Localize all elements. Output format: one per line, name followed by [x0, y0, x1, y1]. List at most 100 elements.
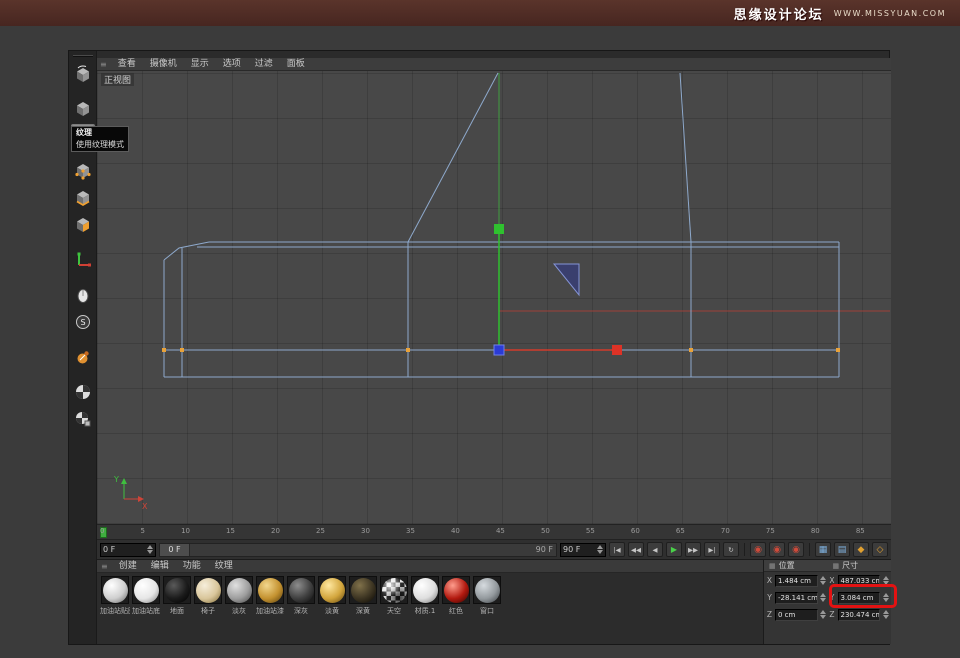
- position-y-stepper[interactable]: [820, 593, 827, 602]
- material-item[interactable]: 红色: [441, 576, 471, 616]
- prev-key-button[interactable]: ◀◀: [628, 542, 644, 557]
- keyframe-selection-button[interactable]: ▤: [834, 542, 850, 557]
- gizmo-origin-handle[interactable]: [494, 345, 504, 355]
- plane-handle[interactable]: [554, 264, 579, 295]
- spinner-stepper[interactable]: [147, 545, 153, 554]
- viewport-canvas: Y X: [97, 71, 891, 524]
- material-item[interactable]: 深灰: [286, 576, 316, 616]
- position-grid-icon: ▦: [769, 562, 776, 570]
- prev-frame-button[interactable]: ◀: [647, 542, 663, 557]
- material-item[interactable]: 材质.1: [410, 576, 440, 616]
- mat-menu-texture[interactable]: 纹理: [208, 560, 240, 573]
- banner-title: 思缘设计论坛: [734, 4, 824, 23]
- material-sphere: [165, 578, 190, 603]
- mat-menu-create[interactable]: 创建: [112, 560, 144, 573]
- goto-end-button[interactable]: ▶|: [704, 542, 720, 557]
- menubar-grip-icon[interactable]: ≡: [100, 60, 107, 69]
- model-mode-icon[interactable]: [71, 97, 95, 121]
- key-parameter-button[interactable]: ◆: [853, 542, 869, 557]
- material-item[interactable]: 加油站漆: [255, 576, 285, 616]
- axis-y-label: Y: [113, 475, 119, 484]
- render-settings-icon[interactable]: [71, 407, 95, 431]
- app-window: S MAXON CINEMA 4D: [68, 50, 890, 645]
- front-viewport[interactable]: 正视图: [97, 71, 891, 524]
- material-menubar: ≡ 创建 编辑 功能 纹理: [97, 560, 763, 573]
- menu-panel[interactable]: 面板: [280, 58, 312, 71]
- edge-mode-icon[interactable]: [71, 186, 95, 210]
- texture-mode-tooltip: 纹理 使用纹理模式: [71, 126, 129, 152]
- current-frame-spinner[interactable]: 0 F: [100, 543, 156, 557]
- tooltip-title: 纹理: [72, 127, 128, 139]
- key-parameter-off-button[interactable]: ◇: [872, 542, 888, 557]
- menu-view[interactable]: 查看: [111, 58, 143, 71]
- axis-mode-icon[interactable]: [71, 248, 95, 272]
- polygon-mode-icon[interactable]: [71, 213, 95, 237]
- red-highlight-annotation: [829, 584, 897, 608]
- point-mode-icon[interactable]: [71, 159, 95, 183]
- material-sphere: [413, 578, 438, 603]
- range-end-label: 90 F: [536, 545, 553, 554]
- position-y-field[interactable]: -28.141 cm: [775, 592, 818, 604]
- size-title: 尺寸: [842, 560, 858, 571]
- axis-x-label: X: [142, 502, 148, 511]
- material-item[interactable]: 加油站贴图: [100, 576, 130, 616]
- record-rotation-button[interactable]: ◉: [788, 542, 804, 557]
- spinner-stepper[interactable]: [597, 545, 603, 554]
- cinema4d-logo: CINEMA 4D: [70, 530, 71, 642]
- mat-menu-edit[interactable]: 编辑: [144, 560, 176, 573]
- material-list: 加油站贴图 加油站底 地面 椅子 淡灰 加油站漆 深灰 淡黄 深黄 天空 材质.…: [97, 573, 763, 616]
- material-sphere: [444, 578, 469, 603]
- banner-url: WWW.MISSYUAN.COM: [834, 9, 946, 18]
- position-z-field[interactable]: 0 cm: [775, 609, 818, 621]
- next-key-button[interactable]: ▶▶: [685, 542, 701, 557]
- material-item[interactable]: 深黄: [348, 576, 378, 616]
- material-item[interactable]: 淡黄: [317, 576, 347, 616]
- material-item[interactable]: 地面: [162, 576, 192, 616]
- material-item[interactable]: 加油站底: [131, 576, 161, 616]
- size-z-field[interactable]: 230.474 cm: [838, 609, 881, 621]
- record-position-button[interactable]: ◉: [750, 542, 766, 557]
- paint-brush-icon[interactable]: [71, 345, 95, 369]
- record-scale-button[interactable]: ◉: [769, 542, 785, 557]
- tooltip-description: 使用纹理模式: [72, 139, 128, 151]
- menu-display[interactable]: 显示: [184, 58, 216, 71]
- make-editable-icon[interactable]: [71, 62, 95, 86]
- timeline-ruler[interactable]: 0510152025303540455055606570758085: [97, 524, 891, 540]
- material-sphere: [320, 578, 345, 603]
- mat-menu-function[interactable]: 功能: [176, 560, 208, 573]
- material-item[interactable]: 窗口: [472, 576, 502, 616]
- matmenu-grip-icon[interactable]: ≡: [101, 562, 108, 571]
- material-sphere: [475, 578, 500, 603]
- play-button[interactable]: ▶: [666, 542, 682, 557]
- menu-camera[interactable]: 摄像机: [143, 58, 184, 71]
- goto-start-button[interactable]: |◀: [609, 542, 625, 557]
- size-z-stepper[interactable]: [882, 610, 889, 619]
- snap-icon[interactable]: S: [71, 310, 95, 334]
- frame-range-slider[interactable]: 0 F 90 F: [159, 543, 557, 557]
- size-grid-icon: ▦: [833, 562, 840, 570]
- range-start-chip[interactable]: 0 F: [160, 544, 190, 556]
- view-label[interactable]: 正视图: [101, 73, 134, 86]
- material-item[interactable]: 淡灰: [224, 576, 254, 616]
- material-sphere: [196, 578, 221, 603]
- material-item[interactable]: 椅子: [193, 576, 223, 616]
- menu-options[interactable]: 选项: [216, 58, 248, 71]
- material-sphere: [351, 578, 376, 603]
- autokey-grid-button[interactable]: ▦: [815, 542, 831, 557]
- mouse-tool-icon[interactable]: [71, 283, 95, 307]
- end-frame-spinner[interactable]: 90 F: [560, 543, 606, 557]
- material-item[interactable]: 天空: [379, 576, 409, 616]
- position-x-stepper[interactable]: [820, 576, 827, 585]
- palette-grip[interactable]: [73, 55, 93, 57]
- position-x-field[interactable]: 1.484 cm: [775, 575, 818, 587]
- position-z-stepper[interactable]: [820, 610, 827, 619]
- render-view-icon[interactable]: [71, 380, 95, 404]
- gizmo-x-handle[interactable]: [612, 345, 622, 355]
- gizmo-y-handle[interactable]: [494, 224, 504, 234]
- transport-bar: 0 F 0 F 90 F 90 F |◀ ◀◀ ◀ ▶ ▶▶ ▶| ↻ ◉ ◉ …: [97, 540, 891, 559]
- menu-filter[interactable]: 过滤: [248, 58, 280, 71]
- position-y-label: Y: [766, 593, 773, 602]
- loop-button[interactable]: ↻: [723, 542, 739, 557]
- material-sphere: [289, 578, 314, 603]
- material-sphere: [227, 578, 252, 603]
